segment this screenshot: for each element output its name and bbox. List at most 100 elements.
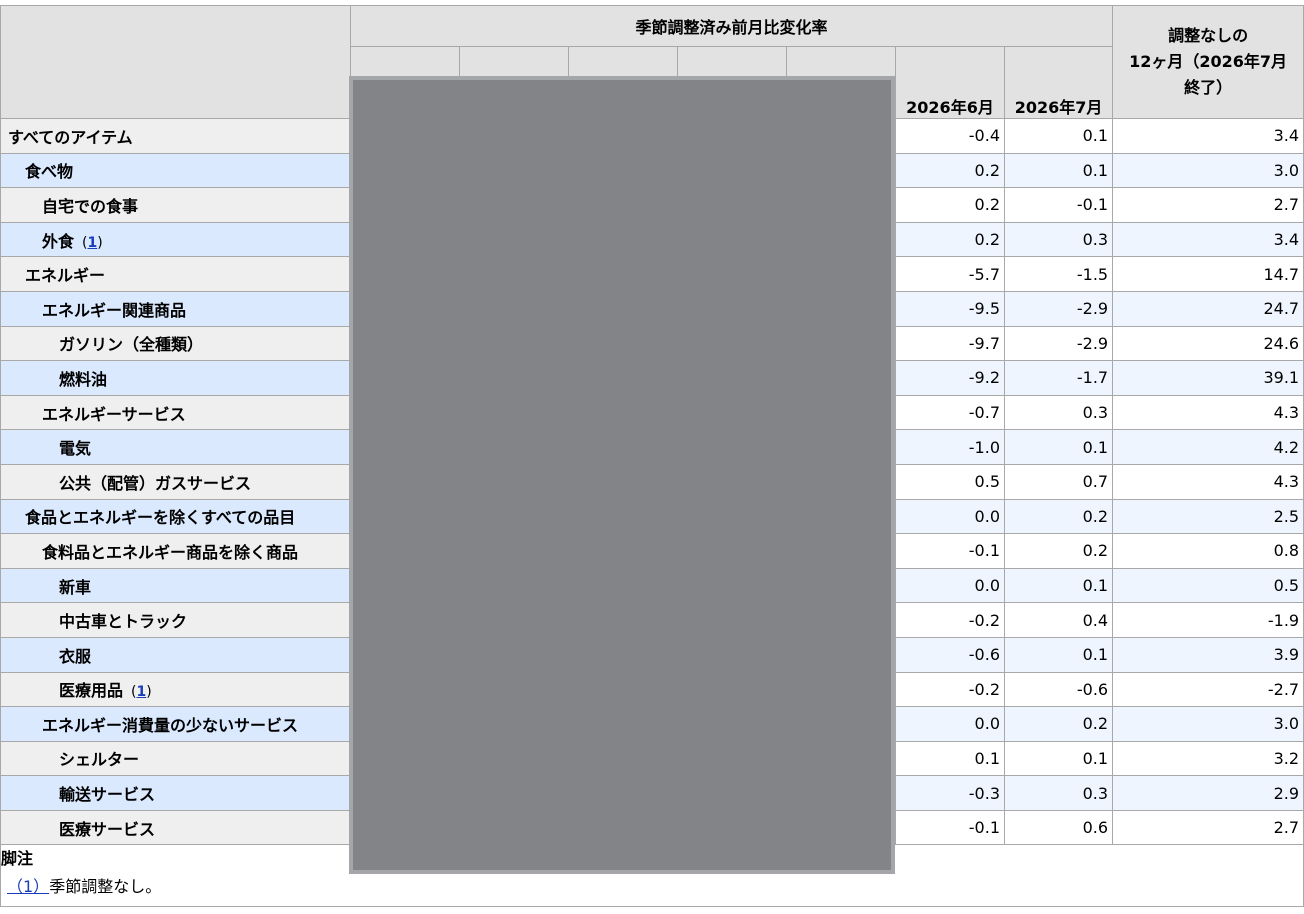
- value-june: -0.2: [895, 671, 1005, 708]
- value-june: 0.2: [895, 187, 1005, 223]
- row-label-text: シェルター: [59, 750, 140, 770]
- value-july: 0.4: [1003, 602, 1114, 638]
- hidden-month-header: [459, 46, 569, 77]
- value-12-month: 3.4: [1112, 118, 1304, 154]
- value-12-month: 0.5: [1112, 567, 1304, 604]
- row-label-text: 外食: [42, 231, 75, 251]
- unadjusted-12-month-header: 調整なしの 12ヶ月（2026年7月 終了）: [1112, 5, 1304, 119]
- row-label: 食料品とエネルギー商品を除く商品: [0, 533, 351, 569]
- row-label: シェルター: [0, 740, 351, 777]
- hidden-month-header: [677, 46, 787, 77]
- row-label: 外食 (1): [0, 221, 351, 258]
- value-12-month: 3.9: [1112, 636, 1304, 673]
- value-12-month: 2.7: [1112, 809, 1304, 846]
- month-header-july: 2026年7月: [1003, 46, 1114, 119]
- value-july: 0.2: [1003, 498, 1114, 535]
- row-label: 医療用品 (1): [0, 671, 351, 708]
- row-label: 食品とエネルギーを除くすべての品目: [0, 498, 351, 535]
- footnote-ref: (1): [82, 234, 103, 251]
- row-label: 医療サービス: [0, 809, 351, 846]
- footnote-ref-link[interactable]: 1: [136, 684, 146, 700]
- value-june: 0.0: [895, 498, 1005, 535]
- row-label-text: 燃料油: [59, 369, 108, 389]
- value-july: 0.1: [1003, 152, 1114, 189]
- row-label: 自宅での食事: [0, 187, 351, 223]
- value-june: -9.2: [895, 360, 1005, 396]
- value-july: 0.1: [1003, 740, 1114, 777]
- value-june: -0.7: [895, 394, 1005, 431]
- row-label: 衣服: [0, 636, 351, 673]
- month-header-june: 2026年6月: [895, 46, 1005, 119]
- value-july: 0.1: [1003, 567, 1114, 604]
- footnote-ref-link[interactable]: （1）: [7, 877, 49, 896]
- value-12-month: 0.8: [1112, 533, 1304, 569]
- row-label-text: 公共（配管）ガスサービス: [59, 473, 252, 493]
- row-label: すべてのアイテム: [0, 118, 351, 154]
- hidden-month-header: [786, 46, 896, 77]
- value-june: -0.3: [895, 775, 1005, 811]
- value-12-month: 39.1: [1112, 360, 1304, 396]
- value-12-month: -2.7: [1112, 671, 1304, 708]
- value-july: -2.9: [1003, 325, 1114, 362]
- footnote-ref-link[interactable]: 1: [87, 235, 97, 251]
- value-july: 0.3: [1003, 775, 1114, 811]
- cpi-table-page: 季節調整済み前月比変化率 調整なしの 12ヶ月（2026年7月 終了） 2026…: [0, 0, 1304, 914]
- value-june: 0.1: [895, 740, 1005, 777]
- value-june: -0.2: [895, 602, 1005, 638]
- value-june: -0.4: [895, 118, 1005, 154]
- value-july: 0.1: [1003, 429, 1114, 465]
- value-12-month: 14.7: [1112, 256, 1304, 292]
- value-june: 0.5: [895, 463, 1005, 500]
- seasonal-group-header: 季節調整済み前月比変化率: [349, 5, 1114, 47]
- redaction-overlay: [349, 76, 895, 874]
- footnote-item: （1）季節調整なし。: [1, 873, 1303, 897]
- value-june: -9.7: [895, 325, 1005, 362]
- row-label-text: 新車: [59, 577, 92, 597]
- row-label: エネルギーサービス: [0, 394, 351, 431]
- value-12-month: 3.0: [1112, 706, 1304, 742]
- hidden-month-header: [568, 46, 678, 77]
- row-label-text: 電気: [59, 439, 92, 459]
- row-label-text: エネルギーサービス: [42, 404, 186, 424]
- row-label: 食べ物: [0, 152, 351, 189]
- value-12-month: 4.2: [1112, 429, 1304, 465]
- value-july: 0.7: [1003, 463, 1114, 500]
- row-label: 公共（配管）ガスサービス: [0, 463, 351, 500]
- value-june: -1.0: [895, 429, 1005, 465]
- value-june: -0.1: [895, 533, 1005, 569]
- value-july: 0.2: [1003, 533, 1114, 569]
- footnote-text: 季節調整なし。: [49, 877, 162, 897]
- row-label-text: 中古車とトラック: [59, 612, 188, 632]
- value-july: 0.1: [1003, 118, 1114, 154]
- row-label-text: 自宅での食事: [42, 196, 139, 216]
- row-label: エネルギー: [0, 256, 351, 292]
- row-label-text: 食料品とエネルギー商品を除く商品: [42, 542, 299, 562]
- row-label: 燃料油: [0, 360, 351, 396]
- value-july: -2.9: [1003, 290, 1114, 327]
- value-june: 0.0: [895, 706, 1005, 742]
- value-12-month: 3.4: [1112, 221, 1304, 258]
- value-12-month: 24.7: [1112, 290, 1304, 327]
- hidden-month-header: [350, 46, 460, 77]
- row-label-text: すべてのアイテム: [8, 127, 133, 147]
- row-label-text: ガソリン（全種類）: [59, 335, 204, 355]
- row-label: 中古車とトラック: [0, 602, 351, 638]
- row-label-text: エネルギー消費量の少ないサービス: [42, 715, 299, 735]
- value-july: -0.6: [1003, 671, 1114, 708]
- value-12-month: 24.6: [1112, 325, 1304, 362]
- value-12-month: 3.2: [1112, 740, 1304, 777]
- row-label-text: 医療サービス: [59, 819, 156, 839]
- value-june: -9.5: [895, 290, 1005, 327]
- row-label-text: 食品とエネルギーを除くすべての品目: [25, 508, 296, 528]
- value-12-month: 3.0: [1112, 152, 1304, 189]
- value-july: 0.3: [1003, 221, 1114, 258]
- value-june: -0.1: [895, 809, 1005, 846]
- footnote-ref: (1): [131, 684, 152, 701]
- row-label-text: エネルギー関連商品: [42, 300, 187, 320]
- row-label: ガソリン（全種類）: [0, 325, 351, 362]
- value-12-month: 2.9: [1112, 775, 1304, 811]
- value-june: -0.6: [895, 636, 1005, 673]
- row-label-text: 衣服: [59, 646, 92, 666]
- row-label-text: 輸送サービス: [59, 785, 156, 805]
- value-july: 0.1: [1003, 636, 1114, 673]
